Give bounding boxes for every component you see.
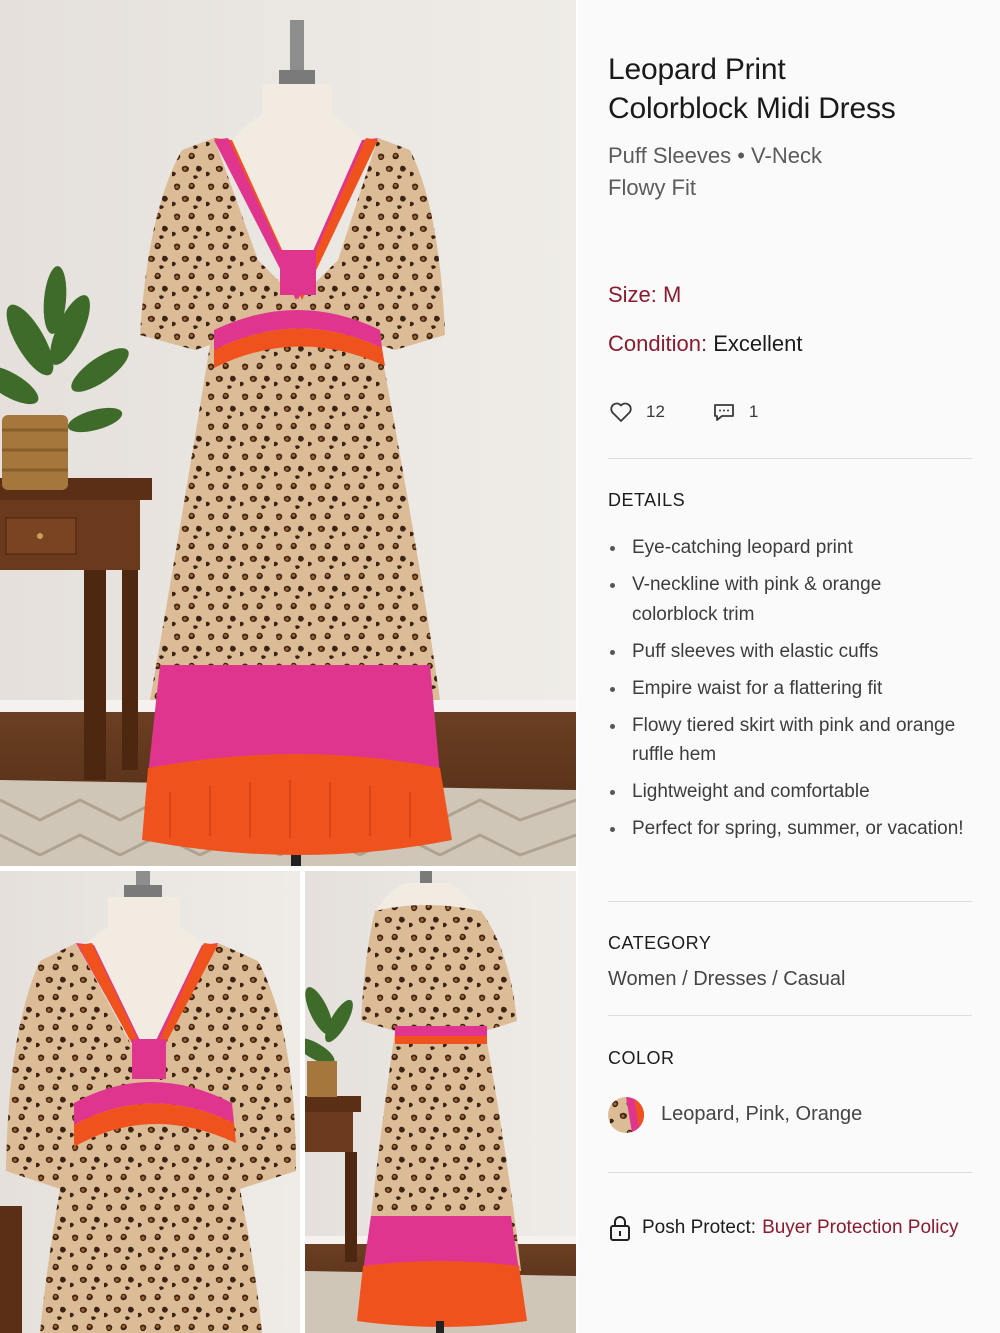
divider	[608, 1172, 972, 1173]
color-heading: COLOR	[608, 1048, 675, 1068]
product-title: Leopard Print Colorblock Midi Dress	[608, 50, 978, 128]
color-value: Leopard, Pink, Orange	[661, 1103, 863, 1125]
product-title-line1: Leopard Print	[608, 53, 786, 86]
product-title-line2: Colorblock Midi Dress	[608, 92, 896, 125]
category-value[interactable]: Women / Dresses / Casual	[608, 968, 846, 991]
divider	[608, 901, 972, 902]
comments-count: 1	[748, 402, 759, 421]
social-bar: 12 1	[608, 397, 758, 427]
detail-item: Perfect for spring, summer, or vacation!	[608, 814, 968, 844]
detail-item: Puff sleeves with elastic cuffs	[608, 637, 968, 667]
detail-item: Lightweight and comfortable	[608, 777, 968, 807]
divider	[608, 458, 972, 459]
condition-value: Excellent	[713, 331, 803, 356]
posh-protect-label: Posh Protect:	[642, 1217, 757, 1238]
product-subtitle: Puff Sleeves • V-Neck Flowy Fit	[608, 140, 968, 204]
comment-icon[interactable]	[711, 399, 737, 425]
size-value: M	[663, 282, 682, 307]
product-subtitle-line2: Flowy Fit	[608, 175, 696, 200]
size-label: Size:	[608, 282, 657, 307]
details-list: Eye-catching leopard print V-neckline wit…	[608, 533, 968, 851]
lock-icon	[608, 1214, 632, 1242]
detail-item: Flowy tiered skirt with pink and orange …	[608, 711, 968, 770]
category-heading: CATEGORY	[608, 933, 712, 953]
detail-item: Eye-catching leopard print	[608, 533, 968, 563]
details-heading: DETAILS	[608, 490, 686, 510]
color-swatch	[608, 1097, 644, 1133]
detail-item: Empire waist for a flattering fit	[608, 674, 968, 704]
likes-count: 12	[646, 402, 665, 421]
front-closeup-photo[interactable]	[0, 871, 300, 1333]
back-view-photo[interactable]	[305, 871, 576, 1333]
condition-label: Condition:	[608, 331, 708, 356]
main-product-photo[interactable]	[0, 0, 576, 866]
divider	[608, 1015, 972, 1016]
heart-icon[interactable]	[608, 399, 634, 425]
condition-row: Condition: Excellent	[608, 330, 802, 358]
detail-item: V-neckline with pink & orange colorblock…	[608, 570, 968, 629]
product-info-panel: Leopard Print Colorblock Midi Dress Puff…	[578, 0, 1000, 1333]
buyer-protection-link[interactable]: Buyer Protection Policy	[762, 1217, 958, 1239]
size-row: Size: M	[608, 281, 681, 309]
posh-protect: Posh Protect: Buyer Protection Policy	[608, 1214, 958, 1242]
product-subtitle-line1: Puff Sleeves • V-Neck	[608, 143, 822, 168]
